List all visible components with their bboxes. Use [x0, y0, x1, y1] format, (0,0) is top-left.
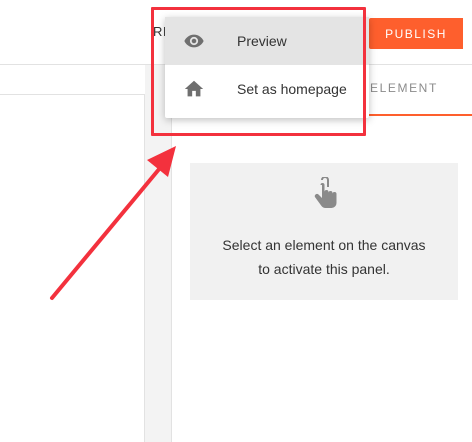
menu-item-label: Preview — [237, 33, 287, 49]
publish-button[interactable]: PUBLISH — [369, 18, 463, 49]
canvas-area[interactable] — [0, 94, 145, 442]
empty-state-panel: Select an element on the canvas to activ… — [190, 163, 458, 300]
menu-item-label: Set as homepage — [237, 81, 347, 97]
empty-state-line-1: Select an element on the canvas — [222, 237, 426, 253]
tab-element[interactable]: ELEMENT — [370, 81, 438, 95]
tap-icon — [314, 177, 337, 208]
menu-item-preview[interactable]: Preview — [165, 17, 369, 65]
menu-item-set-homepage[interactable]: Set as homepage — [165, 65, 369, 113]
empty-state-text: Select an element on the canvas to activ… — [190, 233, 458, 281]
dropdown-menu: Preview Set as homepage — [165, 17, 369, 118]
eye-icon — [184, 34, 204, 48]
empty-state-line-2: to activate this panel. — [258, 261, 390, 277]
home-icon — [184, 80, 204, 97]
panel-divider — [145, 65, 172, 442]
